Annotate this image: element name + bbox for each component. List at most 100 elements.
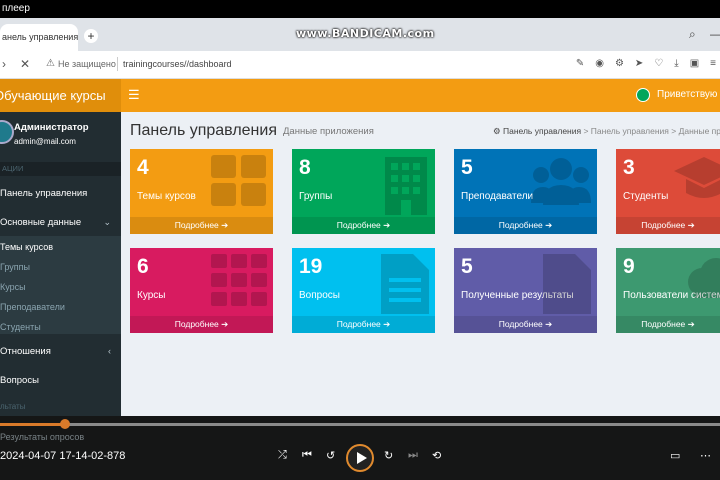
- dashboard-icon: ⚙: [493, 126, 501, 136]
- sidebar-item-questions[interactable]: Вопросы: [0, 375, 121, 386]
- more-info-label: Подробнее: [498, 220, 543, 230]
- user-avatar-icon[interactable]: [636, 88, 650, 102]
- more-info-link[interactable]: Подробнее ➔: [130, 316, 273, 333]
- users-icon: [531, 158, 591, 205]
- breadcrumb-separator: >: [583, 126, 591, 136]
- sidebar-item-survey-results: Результаты опросов: [0, 432, 85, 442]
- rewind-10-icon[interactable]: ↺: [326, 449, 335, 462]
- extensions-icon[interactable]: ▣: [690, 58, 699, 69]
- file-text-icon: [381, 254, 429, 314]
- settings-icon[interactable]: ⚙: [615, 58, 624, 69]
- more-info-label: Подробнее: [174, 319, 219, 329]
- stat-box-students: 3 Студенты Подробнее ➔: [616, 149, 720, 234]
- not-secure-label[interactable]: Не защищено: [58, 59, 116, 69]
- breadcrumb-separator: >: [671, 126, 679, 136]
- forward-icon[interactable]: ›: [2, 57, 6, 71]
- new-tab-button[interactable]: +: [84, 29, 98, 43]
- seek-handle[interactable]: [59, 419, 70, 429]
- more-info-link[interactable]: Подробнее ➔: [616, 316, 720, 333]
- address-bar: › ✕ ⚠ Не защищено trainingcourses//dashb…: [0, 51, 720, 79]
- camera-icon[interactable]: ◉: [595, 58, 604, 69]
- greeting-text[interactable]: Приветствую В: [657, 89, 720, 100]
- player-title: плеер: [0, 0, 720, 18]
- stat-number: 5: [461, 156, 473, 179]
- file-icon: [543, 254, 591, 314]
- stat-label: Курсы: [137, 290, 166, 301]
- sidebar-item-label: Отношения: [0, 346, 51, 357]
- minimize-icon[interactable]: —: [710, 27, 720, 41]
- menu-icon[interactable]: ≡: [710, 58, 716, 69]
- more-info-link[interactable]: Подробнее ➔: [292, 316, 435, 333]
- sidebar-item-relations[interactable]: Отношения ‹: [0, 346, 121, 357]
- hamburger-icon[interactable]: ☰: [128, 87, 140, 103]
- stat-number: 4: [137, 156, 149, 179]
- mini-player-icon[interactable]: ▭: [670, 449, 680, 462]
- warning-icon[interactable]: ⚠: [46, 58, 55, 69]
- arrow-right-icon: ➔: [221, 220, 229, 230]
- breadcrumb: ⚙ Панель управления > Панель управления …: [493, 126, 720, 137]
- search-icon[interactable]: ⌕: [689, 27, 696, 42]
- sidebar-section-header: АЦИИ: [0, 162, 121, 176]
- sidebar-subitem-students[interactable]: Студенты: [0, 322, 41, 332]
- stat-box-courses: 6 Курсы Подробнее ➔: [130, 248, 273, 333]
- sidebar-item-master-data[interactable]: Основные данные ⌄: [0, 217, 121, 228]
- graduation-cap-icon: [674, 157, 720, 198]
- main-content: Панель управления Данные приложения ⚙ Па…: [121, 112, 720, 416]
- more-info-link[interactable]: Подробнее ➔: [292, 217, 435, 234]
- url-separator: [117, 57, 118, 71]
- seek-bar[interactable]: [0, 423, 720, 426]
- breadcrumb-item: Данные пр: [678, 126, 720, 136]
- chevron-left-icon: ‹: [108, 346, 111, 356]
- stat-box-groups: 8 Группы Подробнее ➔: [292, 149, 435, 234]
- top-navbar: ☰ Приветствую В: [121, 79, 720, 112]
- stat-label: Преподаватели: [461, 191, 534, 202]
- forward-30-icon[interactable]: ↻: [384, 449, 393, 462]
- more-info-link[interactable]: Подробнее ➔: [454, 316, 597, 333]
- download-icon[interactable]: ⤓: [674, 58, 678, 69]
- seek-bar-progress: [0, 423, 65, 426]
- chevron-down-icon: ⌄: [103, 217, 111, 227]
- previous-icon[interactable]: ⏮: [302, 449, 312, 462]
- arrow-right-icon: ➔: [545, 319, 553, 329]
- more-info-link[interactable]: Подробнее ➔: [130, 217, 273, 234]
- heart-icon[interactable]: ♡: [654, 58, 663, 69]
- user-panel: Администратор admin@mail.com: [0, 112, 121, 156]
- breadcrumb-item[interactable]: Панель управления: [503, 126, 581, 136]
- more-info-label: Подробнее: [336, 319, 381, 329]
- shuffle-icon[interactable]: ⤮: [278, 449, 287, 462]
- more-info-link[interactable]: Подробнее ➔: [616, 217, 720, 234]
- sidebar-subitem-courses[interactable]: Курсы: [0, 282, 26, 292]
- stop-icon[interactable]: ✕: [20, 57, 30, 71]
- browser-tab[interactable]: анель управления: [0, 24, 78, 51]
- cloud-icon: [688, 258, 720, 298]
- app-header: Обучающие курсы ☰ Приветствую В: [0, 79, 720, 112]
- stat-number: 9: [623, 255, 635, 278]
- next-icon[interactable]: ⏭: [408, 449, 418, 462]
- url-input[interactable]: trainingcourses//dashboard: [123, 59, 232, 69]
- recording-watermark: www.BANDICAM.com: [296, 27, 435, 40]
- repeat-icon[interactable]: ⟲: [432, 449, 441, 462]
- arrow-right-icon: ➔: [545, 220, 553, 230]
- stat-box-received-results: 5 Полученные результаты Подробнее ➔: [454, 248, 597, 333]
- sidebar-subitem-groups[interactable]: Группы: [0, 262, 30, 272]
- more-options-icon[interactable]: ⋯: [700, 449, 711, 462]
- breadcrumb-item[interactable]: Панель управления: [591, 126, 669, 136]
- stat-label: Студенты: [623, 191, 669, 202]
- sidebar-submenu: Темы курсов Группы Курсы Преподаватели С…: [0, 236, 121, 334]
- stat-box-teachers: 5 Преподаватели Подробнее ➔: [454, 149, 597, 234]
- edit-icon[interactable]: ✎: [576, 58, 584, 69]
- more-info-link[interactable]: Подробнее ➔: [454, 217, 597, 234]
- send-icon[interactable]: ➤: [635, 58, 643, 69]
- sidebar-subitem-teachers[interactable]: Преподаватели: [0, 302, 65, 312]
- arrow-right-icon: ➔: [687, 220, 695, 230]
- arrow-right-icon: ➔: [687, 319, 695, 329]
- avatar: [0, 120, 14, 144]
- play-button[interactable]: [346, 444, 374, 472]
- stat-label: Вопросы: [299, 290, 340, 301]
- sidebar-subitem-course-topics[interactable]: Темы курсов: [0, 242, 53, 252]
- user-email: admin@mail.com: [14, 137, 76, 146]
- arrow-right-icon: ➔: [383, 319, 391, 329]
- grid-icon: [211, 155, 266, 206]
- brand-logo[interactable]: Обучающие курсы: [0, 79, 121, 112]
- sidebar-item-dashboard[interactable]: Панель управления: [0, 188, 121, 199]
